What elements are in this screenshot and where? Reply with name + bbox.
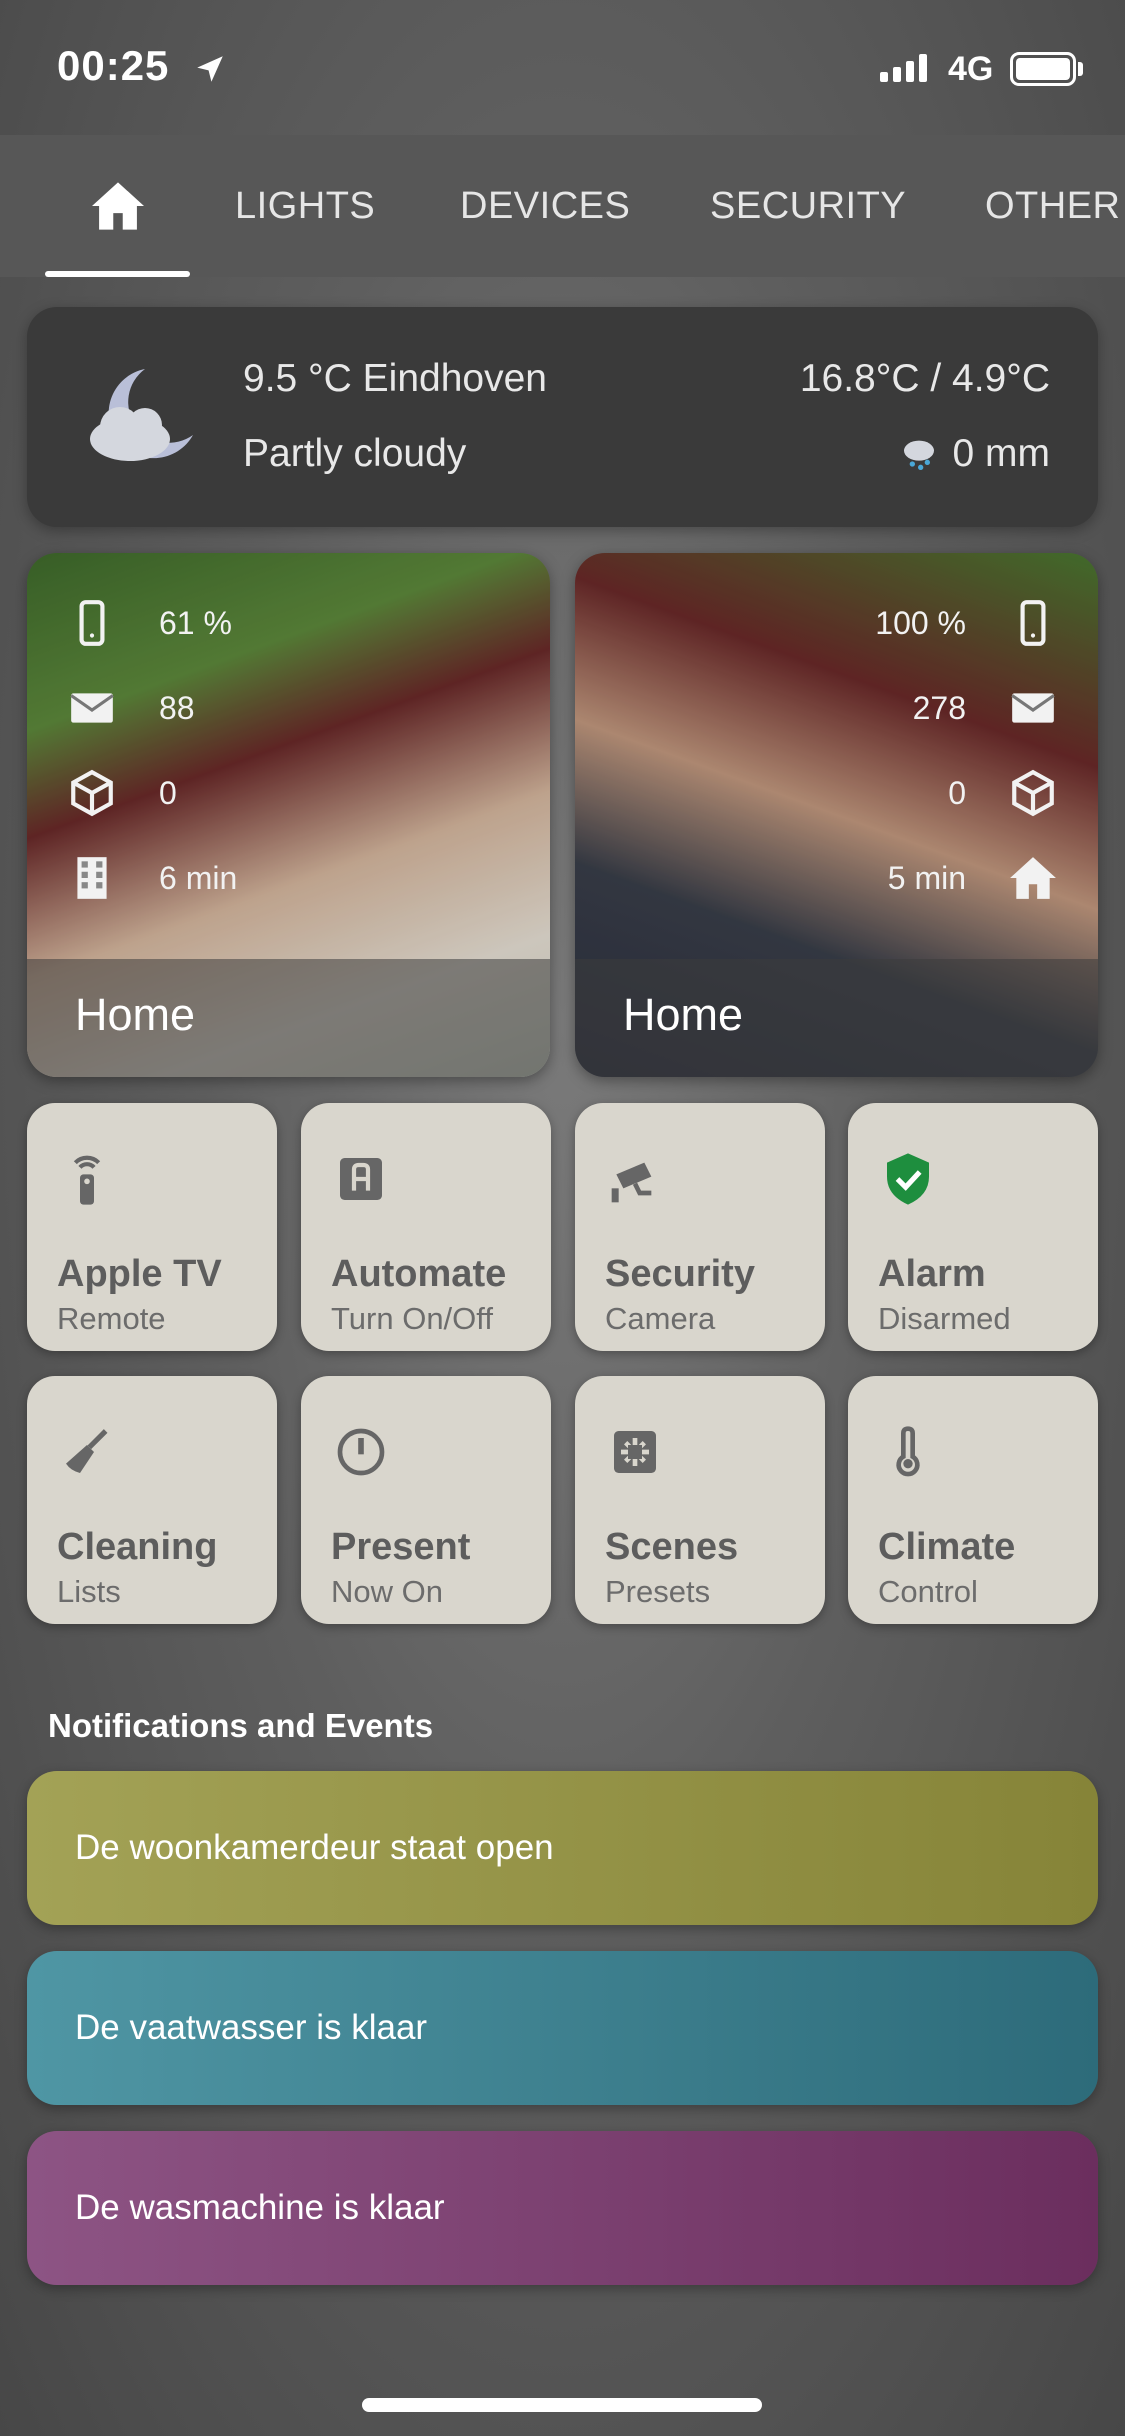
- tile-subtitle: Turn On/Off: [331, 1301, 493, 1336]
- tile-automate[interactable]: Automate Turn On/Off: [301, 1103, 551, 1351]
- notifications-heading: Notifications and Events: [48, 1707, 434, 1744]
- notification-item[interactable]: De wasmachine is klaar: [27, 2131, 1098, 2285]
- tile-title: Scenes: [605, 1526, 739, 1568]
- person-2-packages: 0: [948, 768, 1058, 818]
- person-2-battery: 100 %: [875, 598, 1058, 648]
- office-building-icon: [77, 857, 107, 899]
- tile-title: Apple TV: [57, 1253, 222, 1295]
- tab-other[interactable]: OTHER: [985, 135, 1121, 277]
- tile-subtitle: Presets: [605, 1574, 711, 1609]
- notification-item[interactable]: De woonkamerdeur staat open: [27, 1771, 1098, 1925]
- tab-devices[interactable]: DEVICES: [460, 135, 630, 277]
- tab-bar: LIGHTS DEVICES SECURITY OTHER: [0, 135, 1125, 277]
- moon-cloud-icon: [90, 369, 193, 461]
- tab-security[interactable]: SECURITY: [710, 135, 906, 277]
- home-icon: [1010, 857, 1056, 899]
- notification-item[interactable]: De vaatwasser is klaar: [27, 1951, 1098, 2105]
- active-tab-indicator: [45, 271, 190, 277]
- tile-subtitle: Camera: [605, 1301, 716, 1336]
- power-icon: [337, 1428, 385, 1476]
- tile-apple-tv[interactable]: Apple TV Remote: [27, 1103, 277, 1351]
- tile-present[interactable]: Present Now On: [301, 1376, 551, 1624]
- rain-amount: 0 mm: [952, 432, 1051, 475]
- tile-subtitle: Now On: [331, 1574, 443, 1609]
- status-bar: 00:25 4G: [0, 0, 1125, 135]
- notification-text: De vaatwasser is klaar: [75, 2008, 428, 2047]
- phone-icon: [1020, 600, 1046, 646]
- tile-cleaning[interactable]: Cleaning Lists: [27, 1376, 277, 1624]
- home-icon: [91, 182, 144, 230]
- tile-title: Climate: [878, 1526, 1016, 1568]
- scenes-icon: [614, 1431, 656, 1473]
- person-1-messages: 88: [67, 683, 195, 733]
- weather-temp-location: 9.5 °C Eindhoven: [243, 357, 547, 400]
- tile-alarm[interactable]: Alarm Disarmed: [848, 1103, 1098, 1351]
- status-time: 00:25: [57, 42, 170, 89]
- person-card-1[interactable]: 61 % 88 0 6 min Home: [27, 553, 550, 1077]
- notification-text: De woonkamerdeur staat open: [75, 1828, 554, 1867]
- automation-icon: [340, 1158, 382, 1200]
- person-2-time: 5 min: [888, 853, 1058, 903]
- tile-subtitle: Remote: [57, 1301, 166, 1336]
- tile-title: Security: [605, 1253, 755, 1295]
- person-2-messages: 278: [913, 683, 1058, 733]
- tab-home[interactable]: [45, 135, 190, 277]
- remote-icon: [73, 1155, 101, 1205]
- battery-tip: [1078, 62, 1083, 76]
- package-icon: [1012, 769, 1054, 817]
- shield-check-icon: [887, 1153, 929, 1205]
- signal-icon: [880, 54, 927, 82]
- mail-icon: [1011, 693, 1055, 723]
- location-arrow-icon: [197, 56, 223, 82]
- person-1-location: Home: [75, 989, 196, 1040]
- home-indicator[interactable]: [362, 2398, 762, 2412]
- tile-title: Present: [331, 1526, 471, 1568]
- person-1-time: 6 min: [67, 853, 237, 903]
- tile-climate[interactable]: Climate Control: [848, 1376, 1098, 1624]
- weather-temp-range: 16.8°C / 4.9°C: [799, 357, 1050, 400]
- tab-lights[interactable]: LIGHTS: [235, 135, 375, 277]
- broom-icon: [66, 1429, 108, 1473]
- weather-condition: Partly cloudy: [243, 432, 467, 475]
- person-2-location: Home: [623, 989, 744, 1040]
- person-card-2[interactable]: 100 % 278 0 5 min Home: [575, 553, 1098, 1077]
- person-1-packages: 0: [67, 768, 177, 818]
- network-type: 4G: [948, 50, 994, 88]
- tile-security[interactable]: Security Camera: [575, 1103, 825, 1351]
- notification-text: De wasmachine is klaar: [75, 2188, 445, 2227]
- mail-icon: [70, 693, 114, 723]
- battery-icon: [1010, 52, 1076, 86]
- tile-subtitle: Disarmed: [878, 1301, 1011, 1336]
- package-icon: [71, 769, 113, 817]
- rain-cloud-icon: [903, 440, 934, 470]
- person-1-battery: 61 %: [67, 598, 232, 648]
- thermometer-icon: [896, 1426, 920, 1477]
- weather-rain: 0 mm: [899, 432, 1051, 476]
- tile-subtitle: Control: [878, 1574, 978, 1609]
- tile-title: Cleaning: [57, 1526, 218, 1568]
- cctv-icon: [611, 1162, 652, 1203]
- tile-title: Automate: [331, 1253, 507, 1295]
- tile-title: Alarm: [878, 1253, 986, 1295]
- tile-scenes[interactable]: Scenes Presets: [575, 1376, 825, 1624]
- weather-card[interactable]: 9.5 °C Eindhoven Partly cloudy 16.8°C / …: [27, 307, 1098, 527]
- tile-subtitle: Lists: [57, 1574, 121, 1609]
- phone-icon: [79, 600, 105, 646]
